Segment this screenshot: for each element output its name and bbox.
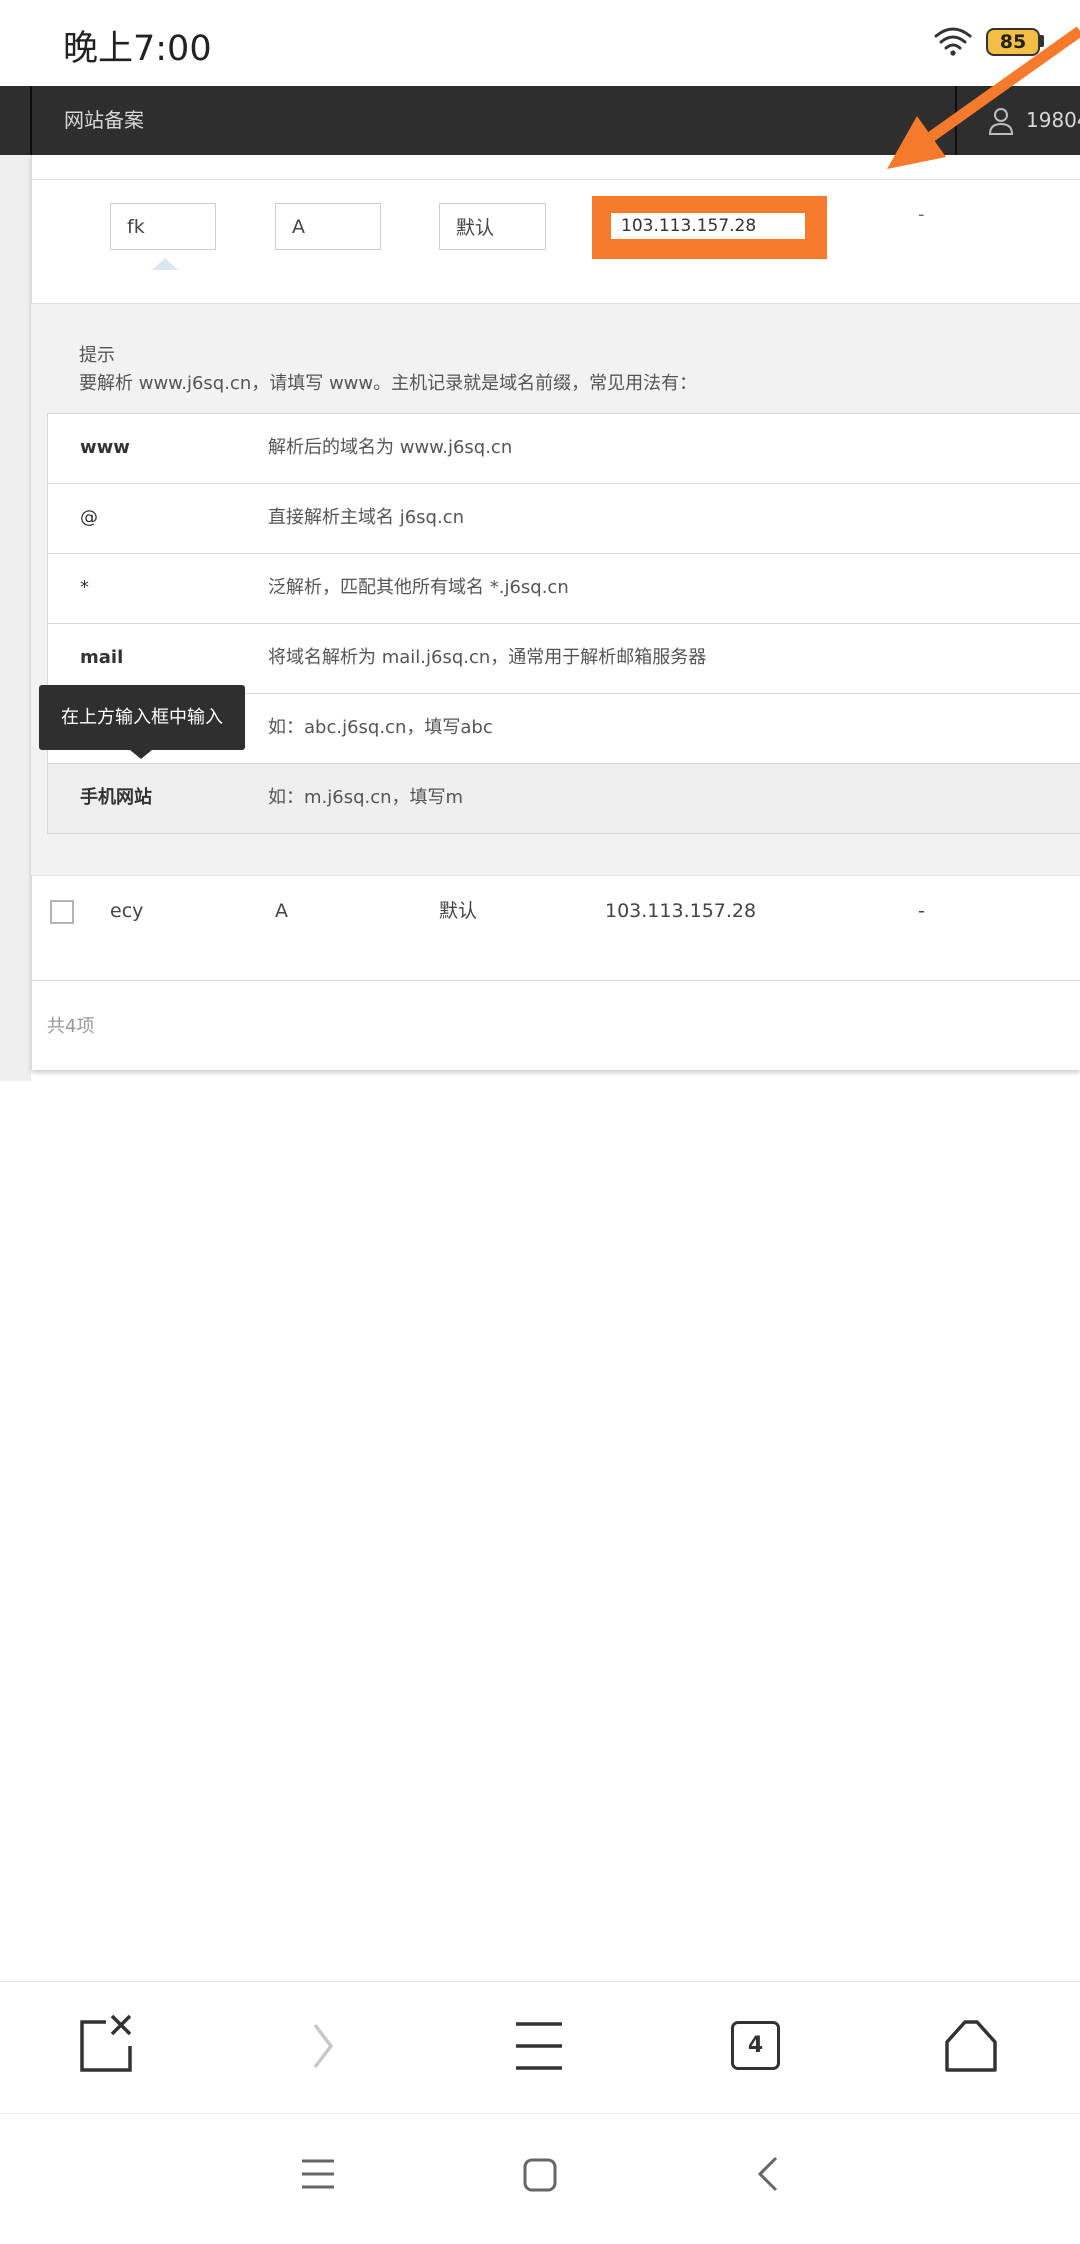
record-value-input[interactable] (611, 213, 805, 239)
hint-pointer (152, 258, 178, 270)
record-type-select[interactable] (275, 203, 381, 250)
line-select[interactable] (439, 203, 546, 250)
record-ttl: - (918, 900, 925, 922)
recents-icon[interactable] (300, 2158, 336, 2190)
header-link-beian[interactable]: 网站备案 (64, 86, 144, 155)
hint-row-desc: 如：abc.j6sq.cn，填写abc (268, 717, 493, 738)
hint-row: * 泛解析，匹配其他所有域名 *.j6sq.cn (48, 553, 1080, 623)
tooltip-caret (130, 750, 152, 759)
hint-row-host: www (80, 437, 130, 458)
back-icon[interactable] (756, 2155, 780, 2193)
page-gutter (0, 155, 31, 1081)
record-checkbox[interactable] (50, 900, 74, 924)
hint-row: @ 直接解析主域名 j6sq.cn (48, 483, 1080, 553)
hint-row-desc: 将域名解析为 mail.j6sq.cn，通常用于解析邮箱服务器 (268, 647, 707, 668)
hint-title: 提示 (79, 345, 115, 366)
menu-icon[interactable] (514, 2020, 564, 2072)
hint-row-host: @ (80, 507, 98, 528)
home-icon[interactable] (943, 2018, 999, 2074)
tabs-icon[interactable]: 4 (731, 2021, 780, 2070)
status-time: 晚上7:00 (63, 29, 212, 69)
host-record-input[interactable] (110, 203, 216, 250)
total-count: 共4项 (47, 1016, 95, 1037)
system-home-icon[interactable] (523, 2158, 557, 2192)
hint-row-desc: 泛解析，匹配其他所有域名 *.j6sq.cn (268, 577, 569, 598)
record-type: A (275, 900, 288, 922)
hint-row-host: * (80, 577, 89, 598)
record-host: ecy (110, 900, 144, 922)
header-divider-left (30, 86, 32, 155)
record-line: 默认 (439, 900, 478, 922)
forward-icon[interactable] (310, 2022, 336, 2070)
tooltip: 在上方输入框中输入 (39, 685, 245, 750)
hint-row-desc: 解析后的域名为 www.j6sq.cn (268, 437, 513, 458)
divider (32, 980, 1080, 981)
annotation-arrow (887, 26, 1080, 169)
close-tab-icon[interactable] (78, 2012, 138, 2074)
divider (32, 875, 1080, 876)
hint-row-desc: 直接解析主域名 j6sq.cn (268, 507, 465, 528)
hint-row: mail 将域名解析为 mail.j6sq.cn，通常用于解析邮箱服务器 (48, 623, 1080, 693)
hint-row-host: 手机网站 (80, 787, 152, 808)
hint-description: 要解析 www.j6sq.cn，请填写 www。主机记录就是域名前缀，常见用法有… (79, 373, 698, 394)
hint-row: 手机网站 如：m.j6sq.cn，填写m (48, 763, 1080, 833)
ttl-value: - (918, 204, 925, 225)
record-value: 103.113.157.28 (605, 900, 757, 922)
hint-row-host: mail (80, 647, 124, 668)
hint-row: www 解析后的域名为 www.j6sq.cn (48, 413, 1080, 483)
hint-table: www 解析后的域名为 www.j6sq.cn @ 直接解析主域名 j6sq.c… (47, 413, 1080, 834)
hint-row-desc: 如：m.j6sq.cn，填写m (268, 787, 464, 808)
